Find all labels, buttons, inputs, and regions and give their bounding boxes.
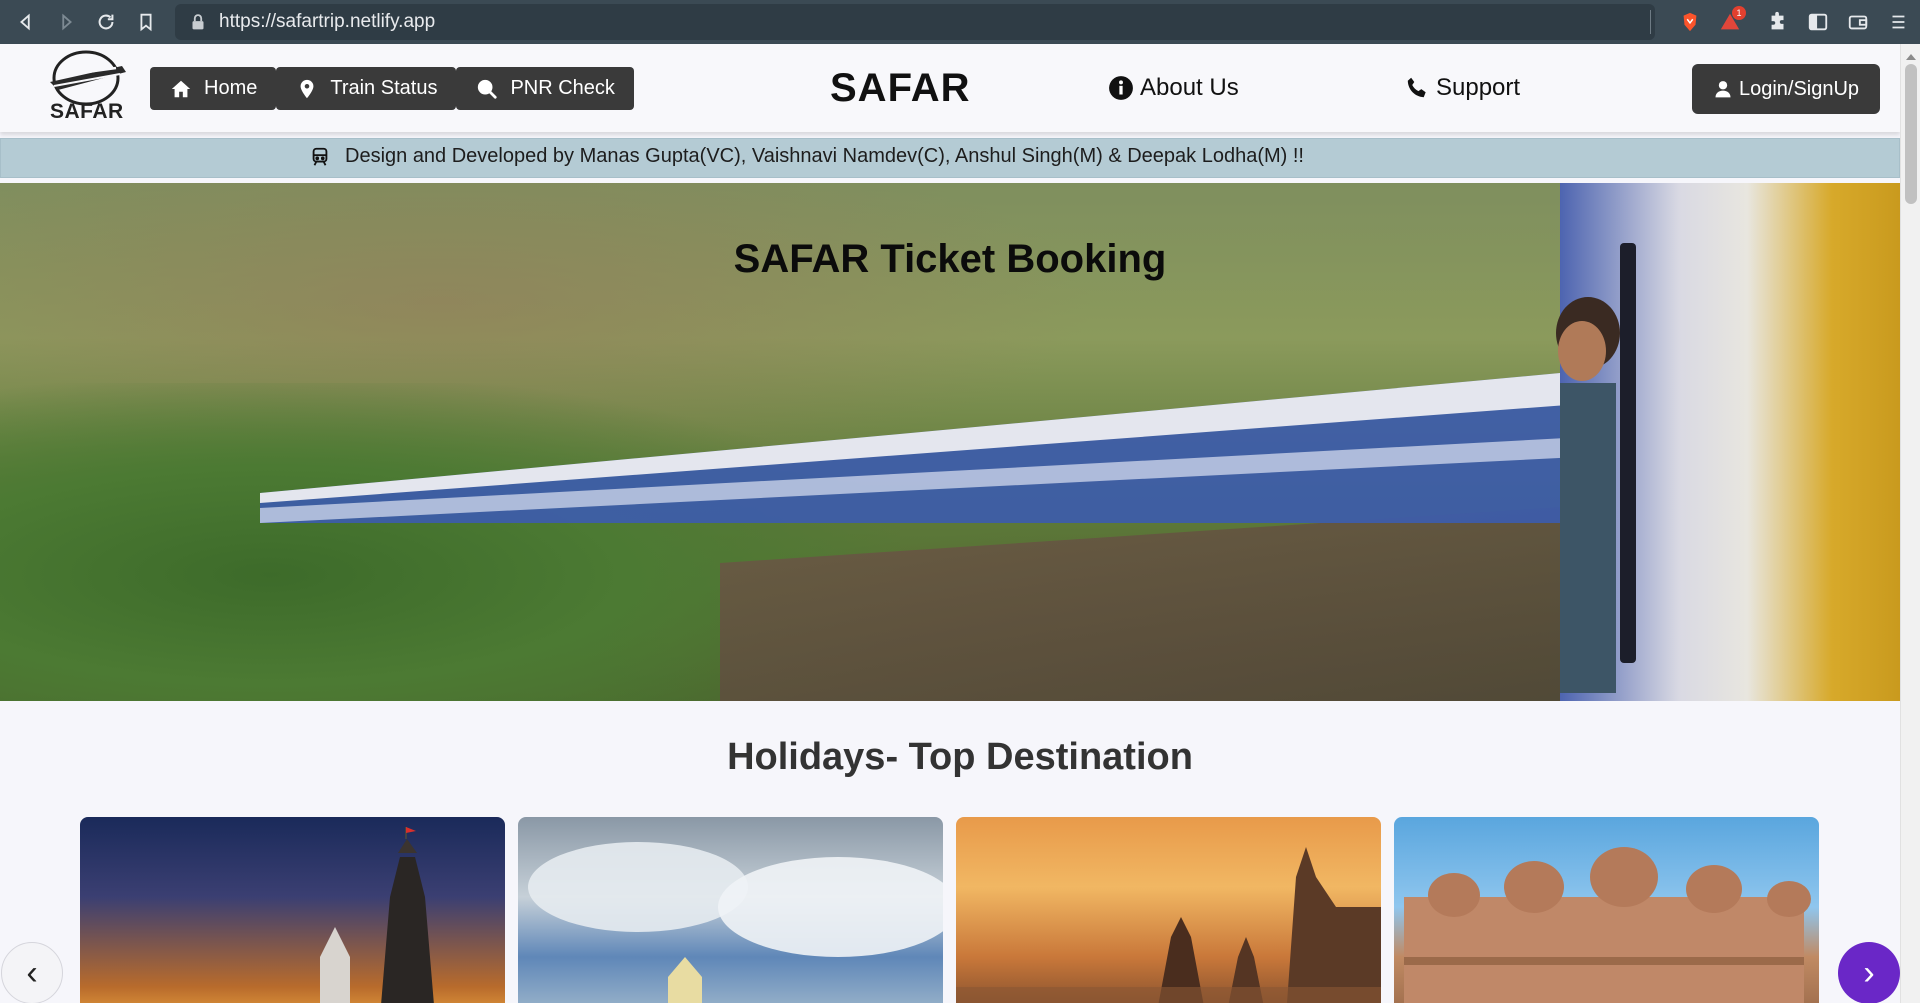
- wallet-icon: [1848, 15, 1868, 30]
- temple-image: [320, 827, 434, 1003]
- site-header: SAFAR Home Train Status PNR Check SAFAR …: [0, 44, 1900, 132]
- search-icon: [478, 79, 498, 99]
- forward-icon: [62, 13, 72, 31]
- destination-card[interactable]: [518, 817, 943, 1003]
- bookmark-icon: [140, 13, 152, 32]
- browser-toolbar: https://safartrip.netlify.app 1: [0, 0, 1920, 44]
- brave-shield-button[interactable]: [1672, 4, 1708, 40]
- reload-icon: [98, 14, 114, 30]
- extensions-button[interactable]: [1760, 4, 1796, 40]
- puzzle-icon: [1771, 11, 1784, 30]
- carousel-prev-button[interactable]: ‹: [1, 942, 63, 1003]
- clouds-gopuram-image: [528, 842, 943, 1003]
- nav-home-button[interactable]: Home: [150, 67, 277, 110]
- extensions-area: 1: [1672, 0, 1920, 44]
- hero-title: SAFAR Ticket Booking: [733, 237, 1167, 281]
- logo-text: SAFAR: [50, 100, 124, 123]
- phone-icon: [1407, 77, 1426, 98]
- back-icon: [20, 13, 30, 31]
- credits-content: Design and Developed by Manas Gupta(VC),…: [309, 145, 1304, 168]
- sidebar-icon: [1808, 13, 1828, 31]
- primary-nav: Home Train Status PNR Check: [150, 67, 634, 110]
- destination-card[interactable]: [956, 817, 1381, 1003]
- user-icon: [1715, 81, 1731, 98]
- back-button[interactable]: [6, 0, 46, 44]
- notification-badge: 1: [1732, 6, 1746, 20]
- login-signup-button[interactable]: Login/SignUp: [1692, 64, 1880, 114]
- chevron-right-icon: ›: [1863, 953, 1875, 992]
- login-signup-label: Login/SignUp: [1738, 77, 1860, 100]
- address-bar[interactable]: https://safartrip.netlify.app: [175, 4, 1655, 40]
- about-us-label: About Us: [1140, 74, 1239, 101]
- train-front-icon: [312, 147, 328, 166]
- train-logo-icon: [50, 50, 126, 106]
- nav-train-status-button[interactable]: Train Status: [276, 67, 457, 110]
- nav-home-label: Home: [204, 77, 258, 99]
- nav-train-status-label: Train Status: [330, 77, 438, 99]
- lock-icon: [192, 14, 204, 30]
- credits-text: Design and Developed by Manas Gupta(VC),…: [345, 145, 1304, 167]
- brave-rewards-button[interactable]: 1: [1712, 4, 1748, 40]
- hero-train-image: [260, 373, 1660, 523]
- hamburger-icon: [1892, 15, 1905, 29]
- chevron-left-icon: ‹: [26, 953, 38, 992]
- bookmark-button[interactable]: [126, 0, 166, 44]
- reload-button[interactable]: [86, 0, 126, 44]
- scroll-up-arrow-icon[interactable]: [1906, 54, 1916, 60]
- destination-card[interactable]: [80, 817, 505, 1003]
- address-bar-divider: [1650, 10, 1651, 34]
- hero-traveler-image: [1556, 297, 1620, 693]
- palace-image: [1404, 847, 1811, 1003]
- carousel-next-button[interactable]: ›: [1838, 942, 1900, 1003]
- url-text: https://safartrip.netlify.app: [219, 11, 436, 32]
- brand-title: SAFAR: [830, 66, 971, 110]
- support-label: Support: [1436, 74, 1521, 101]
- credits-banner: Design and Developed by Manas Gupta(VC),…: [0, 138, 1900, 178]
- destination-card[interactable]: [1394, 817, 1819, 1003]
- destinations-title: Holidays- Top Destination: [727, 736, 1193, 778]
- menu-button[interactable]: [1880, 4, 1916, 40]
- info-icon: [1109, 76, 1133, 100]
- brave-lion-icon: [1683, 12, 1697, 32]
- safar-logo[interactable]: SAFAR: [44, 48, 128, 126]
- ghat-temple-image: [956, 847, 1381, 1003]
- forward-button[interactable]: [46, 0, 86, 44]
- hero-banner: SAFAR Ticket Booking: [0, 183, 1900, 701]
- about-us-link[interactable]: About Us: [1108, 74, 1239, 102]
- support-link[interactable]: Support: [1404, 74, 1520, 102]
- nav-pnr-check-label: PNR Check: [510, 77, 615, 99]
- nav-pnr-check-button[interactable]: PNR Check: [456, 67, 634, 110]
- map-pin-icon: [300, 79, 314, 98]
- page-scrollbar[interactable]: [1900, 44, 1920, 1003]
- home-icon: [171, 80, 191, 97]
- destination-carousel: [80, 817, 1820, 1003]
- wallet-button[interactable]: [1840, 4, 1876, 40]
- scroll-thumb[interactable]: [1905, 64, 1917, 204]
- sidebar-toggle-button[interactable]: [1800, 4, 1836, 40]
